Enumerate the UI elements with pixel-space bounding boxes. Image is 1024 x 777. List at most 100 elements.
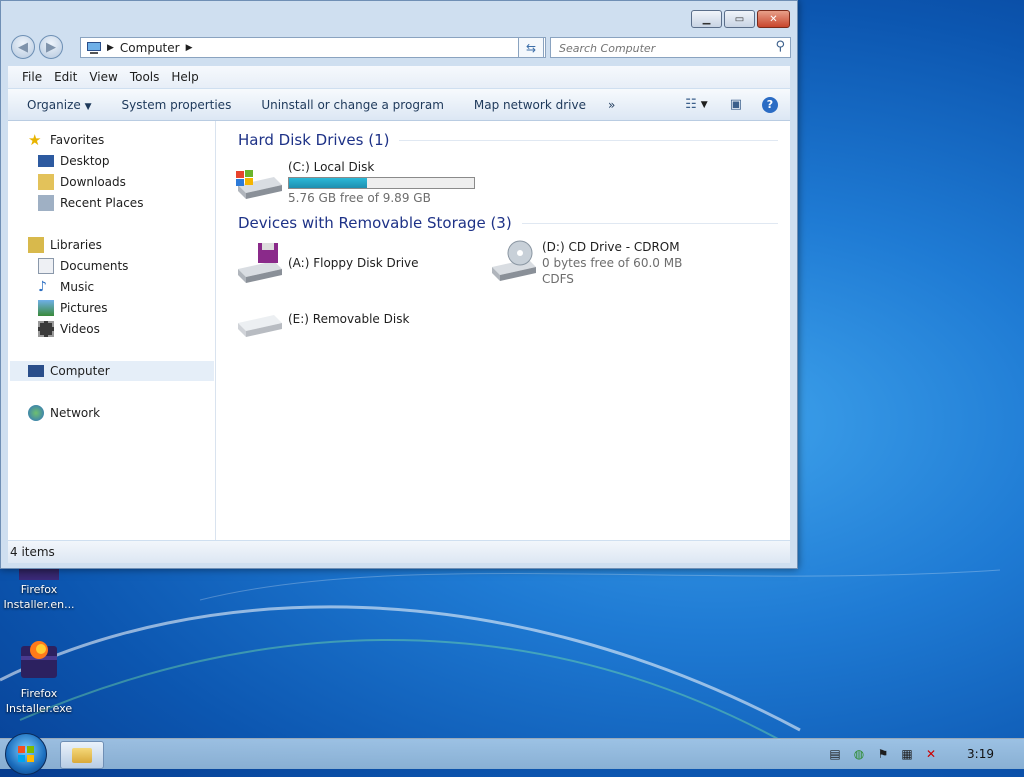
drive-c-label: (C:) Local Disk (288, 160, 375, 174)
command-bar: Organize ▼ System properties Uninstall o… (8, 89, 790, 121)
sidebar-item-documents[interactable]: Documents (38, 256, 128, 276)
sidebar-item-label: Computer (50, 364, 110, 378)
documents-icon (38, 258, 54, 274)
more-commands-button[interactable]: » (599, 98, 624, 112)
computer-icon (87, 41, 101, 54)
computer-icon (28, 365, 44, 377)
menu-edit[interactable]: Edit (48, 70, 83, 84)
wallpaper-swoosh (0, 569, 1001, 740)
desktop-icon (38, 155, 54, 167)
organize-button[interactable]: Organize ▼ (18, 98, 101, 112)
drive-d-filesystem: CDFS (542, 272, 574, 286)
videos-icon (38, 321, 54, 337)
sidebar-item-computer[interactable]: Computer (10, 361, 214, 381)
taskbar-explorer-button[interactable] (60, 741, 104, 769)
content-area: Hard Disk Drives (1) (C:) Local Disk 5.7… (216, 121, 790, 540)
menu-help[interactable]: Help (165, 70, 204, 84)
minimize-button[interactable]: ▁ (691, 10, 722, 28)
navigation-pane: ★ Favorites Desktop Downloads Recent Pla… (8, 121, 216, 540)
sidebar-item-downloads[interactable]: Downloads (38, 172, 126, 192)
libraries-icon (28, 237, 44, 253)
start-button[interactable] (5, 733, 47, 775)
change-view-icon[interactable]: ☷ (685, 97, 697, 112)
sidebar-item-label: Network (50, 406, 101, 420)
sidebar-item-network[interactable]: Network (28, 403, 100, 423)
recent-places-icon (38, 195, 54, 211)
breadcrumb-computer[interactable]: Computer (120, 41, 180, 55)
search-icon[interactable]: ⚲ (775, 39, 785, 54)
downloads-folder-icon (38, 174, 54, 190)
star-icon: ★ (28, 131, 42, 149)
desktop-icon-firefox-installer[interactable]: Firefox Installer.exe (2, 636, 76, 716)
desktop-icon-firefox-installer-en[interactable]: Firefox Installer.en... (2, 566, 76, 612)
menu-tools[interactable]: Tools (124, 70, 166, 84)
sidebar-item-recent-places[interactable]: Recent Places (38, 193, 143, 213)
group-divider (521, 222, 778, 224)
windows-logo-icon (18, 746, 34, 762)
refresh-button[interactable]: ⇆ (518, 37, 544, 58)
firefox-installer-icon (21, 641, 57, 678)
explorer-window: ▁ ▭ ✕ ◀ ▶ ▶ Computer ▶ ▼ ⇆ ⚲ File Edit V… (0, 0, 798, 569)
clock[interactable]: 3:19 (967, 747, 994, 761)
sidebar-item-label: Favorites (50, 133, 105, 147)
sidebar-item-pictures[interactable]: Pictures (38, 298, 108, 318)
sidebar-item-label: Libraries (50, 238, 102, 252)
sidebar-item-libraries[interactable]: Libraries (28, 235, 102, 255)
group-header-hard-disk-drives[interactable]: Hard Disk Drives (1) (238, 131, 778, 149)
desktop-icon-label: Firefox Installer.exe (5, 687, 73, 715)
menu-view[interactable]: View (83, 70, 123, 84)
main-pane: ★ Favorites Desktop Downloads Recent Pla… (8, 121, 790, 540)
pictures-icon (38, 300, 54, 316)
security-shield-icon[interactable]: ◍ (851, 746, 867, 762)
map-network-drive-button[interactable]: Map network drive (465, 98, 595, 112)
drive-c-local-disk[interactable]: (C:) Local Disk 5.76 GB free of 9.89 GB (234, 159, 475, 206)
drive-a-floppy[interactable]: (A:) Floppy Disk Drive (234, 241, 419, 287)
system-properties-button[interactable]: System properties (113, 98, 241, 112)
navigation-bar: ◀ ▶ ▶ Computer ▶ ▼ ⇆ ⚲ (8, 34, 791, 60)
help-icon[interactable]: ? (762, 96, 778, 113)
sidebar-item-label: Documents (60, 259, 129, 273)
drive-c-free-space: 5.76 GB free of 9.89 GB (288, 191, 431, 205)
sidebar-item-music[interactable]: ♪ Music (38, 277, 94, 297)
drive-d-label: (D:) CD Drive - CDROM (542, 240, 680, 254)
volume-muted-icon[interactable]: ✕ (923, 746, 939, 762)
folder-icon (72, 747, 92, 763)
organize-label: Organize (27, 97, 81, 112)
view-dropdown-icon[interactable]: ▼ (701, 100, 708, 110)
uninstall-program-button[interactable]: Uninstall or change a program (252, 98, 453, 112)
network-tray-icon[interactable]: ▦ (899, 746, 915, 762)
item-count: 4 items (10, 545, 55, 559)
breadcrumb-arrow-icon: ▶ (107, 42, 114, 53)
maximize-button[interactable]: ▭ (724, 10, 755, 28)
close-button[interactable]: ✕ (757, 10, 790, 28)
group-header-removable-storage[interactable]: Devices with Removable Storage (3) (238, 214, 778, 232)
drive-d-cd[interactable]: (D:) CD Drive - CDROM 0 bytes free of 60… (488, 239, 682, 287)
menu-bar: File Edit View Tools Help (8, 66, 790, 88)
drive-e-label: (E:) Removable Disk (288, 312, 410, 326)
sidebar-item-label: Desktop (60, 154, 110, 168)
sidebar-item-label: Downloads (60, 175, 126, 189)
drive-a-label: (A:) Floppy Disk Drive (288, 256, 419, 270)
dropdown-icon: ▼ (84, 101, 92, 112)
group-divider (399, 139, 778, 141)
action-center-flag-icon[interactable]: ⚑ (875, 746, 891, 762)
drive-c-usage-bar (288, 177, 475, 189)
drive-c-usage-fill (289, 178, 367, 188)
cd-drive-icon (492, 240, 536, 281)
preview-pane-icon[interactable]: ▣ (730, 97, 742, 112)
music-icon: ♪ (38, 279, 47, 295)
address-bar[interactable]: ▶ Computer ▶ ▼ (80, 37, 546, 58)
notes-icon[interactable]: ▤ (827, 746, 843, 762)
system-tray: ▤ ◍ ⚑ ▦ ✕ 3:19 (823, 739, 1024, 769)
search-box: ⚲ (550, 37, 791, 58)
sidebar-item-label: Videos (60, 322, 100, 336)
drive-e-removable[interactable]: (E:) Removable Disk (234, 297, 409, 343)
sidebar-item-videos[interactable]: Videos (38, 319, 100, 339)
forward-button[interactable]: ▶ (39, 35, 63, 59)
sidebar-item-favorites[interactable]: ★ Favorites (28, 130, 104, 150)
menu-file[interactable]: File (16, 70, 48, 84)
sidebar-item-desktop[interactable]: Desktop (38, 151, 110, 171)
search-input[interactable] (557, 39, 771, 58)
status-bar: 4 items (8, 541, 790, 563)
back-button[interactable]: ◀ (11, 35, 35, 59)
